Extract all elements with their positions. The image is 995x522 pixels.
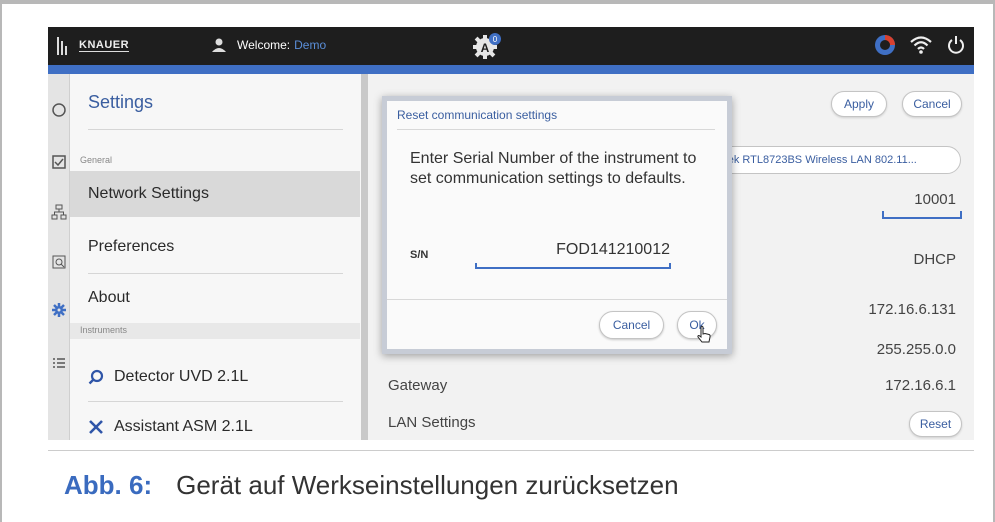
divider [397,129,715,130]
divider [387,299,727,300]
knauer-logo: KNAUER [56,35,130,55]
left-rail [48,74,70,440]
user-name: Demo [294,38,327,52]
divider [88,129,343,130]
sidebar-item-about[interactable]: About [70,275,360,321]
sidebar-item-label: Preferences [88,238,175,255]
subnet-mask-value: 255.255.0.0 [876,341,956,358]
power-icon[interactable] [946,35,966,55]
settings-panel: Settings General Network Settings Prefer… [70,74,368,440]
svg-text:A: A [481,41,490,55]
sidebar-item-detector[interactable]: Detector UVD 2.1L [70,354,360,400]
port-field-underline [882,211,962,219]
search-icon [88,369,104,385]
hierarchy-icon[interactable] [51,204,67,220]
sidebar-item-network-settings[interactable]: Network Settings [70,171,360,217]
wifi-icon[interactable] [910,35,932,55]
divider [88,401,343,402]
figure-caption: Abb. 6: Gerät auf Werkseinstellungen zurü… [64,470,679,501]
notifications-cog-icon[interactable]: A 0 [472,32,502,60]
checkbox-icon[interactable] [51,154,67,170]
document-figure: KNAUER Welcome: Demo A 0 Settings Genera… [0,0,995,522]
mode-value[interactable]: DHCP [913,251,956,268]
user-welcome[interactable]: Welcome: Demo [211,37,326,53]
logo-mark-icon [56,35,74,55]
cancel-button[interactable]: Cancel [902,91,962,117]
dialog-title: Reset communication settings [397,108,558,122]
section-label-instruments: Instruments [80,325,128,335]
section-label-general: General [80,155,113,165]
sidebar-item-label: About [88,289,130,306]
ip-address-value: 172.16.6.131 [868,301,956,318]
welcome-label: Welcome: [237,38,291,52]
status-icons [874,34,966,56]
circle-icon[interactable] [51,102,67,118]
list-icon[interactable] [51,356,67,372]
user-icon [212,38,226,52]
port-field[interactable]: 10001 [914,191,956,208]
accent-strip [48,65,974,74]
connection-status-icon[interactable] [874,34,896,56]
divider [88,273,343,274]
dialog-message: Enter Serial Number of the instrument to… [410,150,697,187]
caption-divider [48,450,974,451]
dialog-cancel-button[interactable]: Cancel [599,311,664,339]
sidebar-item-label: Detector UVD 2.1L [114,368,249,385]
serial-number-input[interactable]: FOD141210012 [475,241,670,259]
caption-text: Gerät auf Werkseinstellungen zurücksetze… [176,470,679,500]
serial-number-underline [475,263,671,269]
gateway-label: Gateway [388,377,448,394]
serial-number-label: S/N [410,249,429,261]
sidebar-item-assistant[interactable]: Assistant ASM 2.1L [70,404,360,440]
frame-border-left [0,0,2,522]
sidebar-item-label: Network Settings [88,185,209,202]
tools-icon [89,420,103,434]
sidebar-item-label: Assistant ASM 2.1L [114,418,253,435]
notification-count: 0 [493,35,498,44]
lan-settings-label: LAN Settings [388,414,476,431]
hand-cursor-icon [697,325,711,343]
apply-button[interactable]: Apply [831,91,887,117]
brand-name: KNAUER [79,38,130,52]
inspect-icon[interactable] [51,254,67,270]
top-bar: KNAUER Welcome: Demo A 0 [48,27,974,65]
gear-icon[interactable] [51,302,67,318]
settings-title: Settings [88,92,154,112]
reset-button[interactable]: Reset [909,411,962,437]
caption-number: Abb. 6: [64,470,153,500]
frame-border-top [0,0,995,4]
reset-dialog: Reset communication settings Enter Seria… [382,96,732,354]
app-screenshot: KNAUER Welcome: Demo A 0 Settings Genera… [48,27,974,440]
gateway-value: 172.16.6.1 [885,377,956,394]
sidebar-item-preferences[interactable]: Preferences [70,224,360,270]
